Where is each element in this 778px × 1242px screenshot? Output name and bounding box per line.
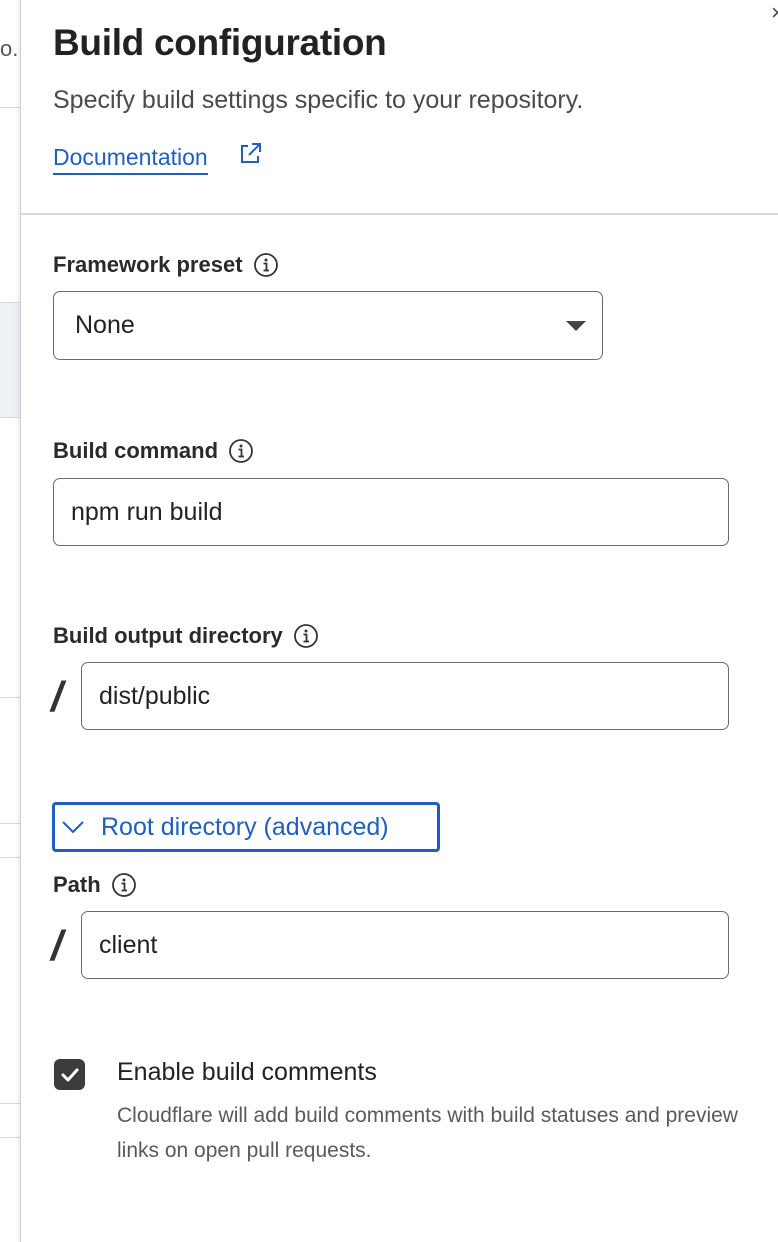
enable-build-comments-label: Enable build comments <box>117 1058 377 1086</box>
enable-build-comments-description: Cloudflare will add build comments with … <box>117 1104 738 1162</box>
path-label-row: Path <box>53 872 137 898</box>
build-command-value: npm run build <box>71 497 223 526</box>
build-command-input[interactable]: npm run build <box>53 478 729 546</box>
background-divider <box>0 1103 20 1104</box>
root-directory-toggle-label: Root directory (advanced) <box>101 812 389 841</box>
background-divider <box>0 857 20 858</box>
path-label: Path <box>53 872 101 897</box>
info-icon[interactable] <box>293 623 319 649</box>
build-output-directory-value: dist/public <box>99 681 211 710</box>
background-divider <box>0 1137 20 1138</box>
documentation-link[interactable]: Documentation <box>53 143 261 175</box>
info-icon[interactable] <box>253 252 279 278</box>
background-breadcrumb-fragment: o. <box>0 36 19 61</box>
documentation-link-label: Documentation <box>53 144 208 170</box>
path-prefix-slash: / <box>51 922 63 969</box>
chevron-down-icon <box>566 321 586 331</box>
framework-preset-select[interactable]: None <box>53 291 603 360</box>
background-highlighted-row <box>0 303 20 417</box>
info-icon[interactable] <box>228 438 254 464</box>
background-divider <box>0 697 20 698</box>
enable-build-comments-checkbox[interactable] <box>54 1059 85 1090</box>
root-path-input[interactable]: client <box>81 911 729 979</box>
background-divider <box>0 823 20 824</box>
root-path-value: client <box>99 930 158 959</box>
build-output-directory-label-row: Build output directory <box>53 623 319 649</box>
framework-preset-label: Framework preset <box>53 252 243 277</box>
header-divider <box>21 213 778 215</box>
checkmark-icon <box>61 1068 78 1081</box>
chevron-down-icon <box>62 821 84 834</box>
build-output-directory-label: Build output directory <box>53 623 283 648</box>
background-divider <box>0 417 20 418</box>
build-command-label: Build command <box>53 438 219 463</box>
close-icon[interactable]: × <box>771 2 778 24</box>
framework-preset-label-row: Framework preset <box>53 252 279 278</box>
build-output-directory-input[interactable]: dist/public <box>81 662 729 730</box>
panel-title: Build configuration <box>53 22 387 63</box>
path-prefix-slash: / <box>51 673 63 720</box>
external-link-icon <box>241 143 261 163</box>
framework-preset-selected-value: None <box>75 311 135 339</box>
background-page: o. <box>0 0 20 1242</box>
info-icon[interactable] <box>111 872 137 898</box>
panel-subtitle: Specify build settings specific to your … <box>53 86 584 114</box>
build-configuration-panel: × Build configuration Specify build sett… <box>20 0 778 1242</box>
root-directory-toggle[interactable]: Root directory (advanced) <box>52 802 440 852</box>
build-command-label-row: Build command <box>53 438 254 464</box>
background-divider <box>0 107 20 108</box>
